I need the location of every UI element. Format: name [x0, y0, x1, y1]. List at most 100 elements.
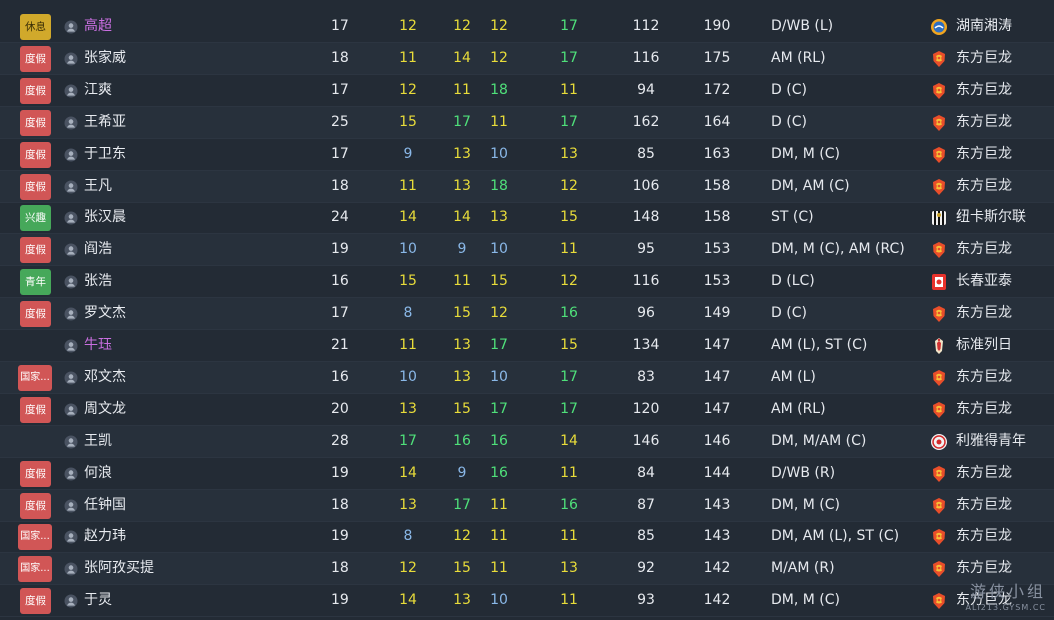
- player-name[interactable]: 江爽: [84, 75, 112, 106]
- player-icon: [64, 275, 78, 289]
- player-name[interactable]: 牛珏: [84, 330, 112, 361]
- attribute-a3: 12: [490, 49, 508, 66]
- attribute-a1: 14: [399, 464, 417, 481]
- club-badge-icon: [930, 465, 948, 483]
- table-row[interactable]: 度假 江爽 17 12 11 18 11 94 172 D (C) 东方巨龙: [0, 75, 1054, 107]
- table-row[interactable]: 青年 张浩 16 15 11 15 12 116 153 D (LC) 长春亚泰: [0, 266, 1054, 299]
- current-ability: 148: [632, 209, 660, 226]
- table-row[interactable]: 度假 王凡 18 11 13 18 12 106 158 DM, AM (C) 东方巨龙: [0, 170, 1054, 203]
- player-name[interactable]: 王凡: [84, 171, 112, 202]
- attribute-a4: 17: [560, 368, 578, 385]
- status-badge[interactable]: 度假: [20, 492, 51, 519]
- player-age: 19: [331, 241, 349, 258]
- table-row[interactable]: 国家... 邓文杰 16 10 13 10 17 83 147 AM (L) 东方巨龙: [0, 361, 1054, 394]
- club-name[interactable]: 东方巨龙: [956, 362, 1012, 393]
- table-row[interactable]: 休息 高超 17 12 12 12 17 112 190 D/WB (L) 湖南湘涛: [0, 11, 1054, 43]
- player-name[interactable]: 阎浩: [84, 234, 112, 265]
- status-badge[interactable]: 国家...: [18, 556, 52, 583]
- club-badge-icon: [930, 337, 948, 355]
- table-row[interactable]: 兴趣 张汉晨 24 14 14 13 15 148 158 ST (C) 纽卡斯尔联: [0, 202, 1054, 235]
- potential-ability: 153: [703, 241, 731, 258]
- player-name[interactable]: 邓文杰: [84, 362, 126, 393]
- attribute-a1: 13: [399, 400, 417, 417]
- status-badge[interactable]: 度假: [20, 173, 51, 200]
- status-badge[interactable]: 度假: [20, 77, 51, 104]
- player-age: 24: [331, 209, 349, 226]
- status-badge[interactable]: 度假: [20, 588, 51, 615]
- status-badge[interactable]: 休息: [20, 14, 51, 40]
- table-row[interactable]: 国家... 张阿孜买提 18 12 15 11 13 92 142 M/AM (R) 东方巨龙: [0, 553, 1054, 586]
- player-name[interactable]: 高超: [84, 11, 112, 42]
- table-row[interactable]: 度假 罗文杰 17 8 15 12 16 96 149 D (C) 东方巨龙: [0, 298, 1054, 331]
- table-row[interactable]: 度假 何浪 19 14 9 16 11 84 144 D/WB (R) 东方巨龙: [0, 458, 1054, 490]
- status-badge[interactable]: 度假: [20, 396, 51, 423]
- status-badge[interactable]: 国家...: [18, 364, 52, 391]
- watermark-sub: ALI213.GYSM.CC: [965, 603, 1046, 612]
- table-row[interactable]: 度假 张家威 18 11 14 12 17 116 175 AM (RL) 东方巨龙: [0, 42, 1054, 75]
- player-name[interactable]: 何浪: [84, 458, 112, 489]
- table-row[interactable]: 度假 阎浩 19 10 9 10 11 95 153 DM, M (C), AM (RC) 东方巨龙: [0, 234, 1054, 267]
- player-name[interactable]: 罗文杰: [84, 298, 126, 329]
- attribute-a4: 12: [560, 177, 578, 194]
- club-badge-icon: [930, 114, 948, 132]
- club-name[interactable]: 东方巨龙: [956, 75, 1012, 106]
- club-name[interactable]: 长春亚泰: [956, 266, 1012, 297]
- player-name[interactable]: 王希亚: [84, 107, 126, 138]
- attribute-a3: 10: [490, 145, 508, 162]
- club-name[interactable]: 东方巨龙: [956, 521, 1012, 552]
- attribute-a4: 16: [560, 496, 578, 513]
- club-name[interactable]: 东方巨龙: [956, 43, 1012, 74]
- club-name[interactable]: 东方巨龙: [956, 458, 1012, 489]
- player-name[interactable]: 赵力玮: [84, 521, 126, 552]
- current-ability: 112: [632, 18, 660, 34]
- status-badge[interactable]: 度假: [20, 141, 51, 168]
- table-row[interactable]: 度假 于灵 19 14 13 10 11 93 142 DM, M (C) 东方巨龙: [0, 585, 1054, 618]
- club-name[interactable]: 东方巨龙: [956, 490, 1012, 521]
- attribute-a2: 13: [453, 145, 471, 162]
- potential-ability: 142: [703, 560, 731, 577]
- club-name[interactable]: 湖南湘涛: [956, 11, 1012, 42]
- attribute-a4: 13: [560, 145, 578, 162]
- status-badge[interactable]: 青年: [20, 269, 51, 296]
- club-name[interactable]: 东方巨龙: [956, 298, 1012, 329]
- attribute-a1: 11: [399, 49, 417, 66]
- player-name[interactable]: 于卫东: [84, 139, 126, 170]
- club-name[interactable]: 东方巨龙: [956, 171, 1012, 202]
- player-name[interactable]: 王凯: [84, 426, 112, 457]
- club-name[interactable]: 东方巨龙: [956, 394, 1012, 425]
- player-name[interactable]: 周文龙: [84, 394, 126, 425]
- table-row[interactable]: 度假 周文龙 20 13 15 17 17 120 147 AM (RL) 东方巨龙: [0, 394, 1054, 426]
- player-name[interactable]: 张浩: [84, 266, 112, 297]
- club-badge-icon: [930, 178, 948, 196]
- player-name[interactable]: 张家威: [84, 43, 126, 74]
- status-badge[interactable]: 度假: [20, 109, 51, 136]
- table-row[interactable]: 王凯 28 17 16 16 14 146 146 DM, M/AM (C) 利雅得青年: [0, 425, 1054, 458]
- player-name[interactable]: 于灵: [84, 585, 112, 616]
- club-name[interactable]: 利雅得青年: [956, 426, 1026, 457]
- table-row[interactable]: 国家... 赵力玮 19 8 12 11 11 85 143 DM, AM (L), ST (C)…: [0, 521, 1054, 554]
- club-name[interactable]: 东方巨龙: [956, 139, 1012, 170]
- club-name[interactable]: 纽卡斯尔联: [956, 202, 1026, 233]
- table-row[interactable]: 度假 王希亚 25 15 17 11 17 162 164 D (C) 东方巨龙: [0, 106, 1054, 139]
- player-icon: [64, 499, 78, 513]
- attribute-a3: 11: [490, 113, 508, 130]
- club-name[interactable]: 标准列日: [956, 330, 1012, 361]
- club-name[interactable]: 东方巨龙: [956, 234, 1012, 265]
- player-name[interactable]: 张汉晨: [84, 202, 126, 233]
- status-badge[interactable]: 度假: [20, 301, 51, 328]
- player-name[interactable]: 任钟国: [84, 490, 126, 521]
- status-badge[interactable]: 度假: [20, 237, 51, 264]
- status-badge[interactable]: 国家...: [18, 524, 52, 551]
- watermark: 游侠小组 ALI213.GYSM.CC: [926, 578, 1046, 612]
- table-row[interactable]: 度假 于卫东 17 9 13 10 13 85 163 DM, M (C) 东方巨龙: [0, 139, 1054, 171]
- club-name[interactable]: 东方巨龙: [956, 107, 1012, 138]
- status-badge[interactable]: 度假: [20, 45, 51, 72]
- table-row[interactable]: 度假 任钟国 18 13 17 11 16 87 143 DM, M (C) 东方巨龙: [0, 489, 1054, 522]
- status-badge[interactable]: 兴趣: [20, 205, 51, 232]
- player-icon: [64, 211, 78, 225]
- player-age: 21: [331, 337, 349, 353]
- table-row[interactable]: 牛珏 21 11 13 17 15 134 147 AM (L), ST (C) 标准列日: [0, 330, 1054, 362]
- player-name[interactable]: 张阿孜买提: [84, 553, 154, 584]
- status-badge[interactable]: 度假: [20, 460, 51, 487]
- club-badge-icon: [930, 497, 948, 515]
